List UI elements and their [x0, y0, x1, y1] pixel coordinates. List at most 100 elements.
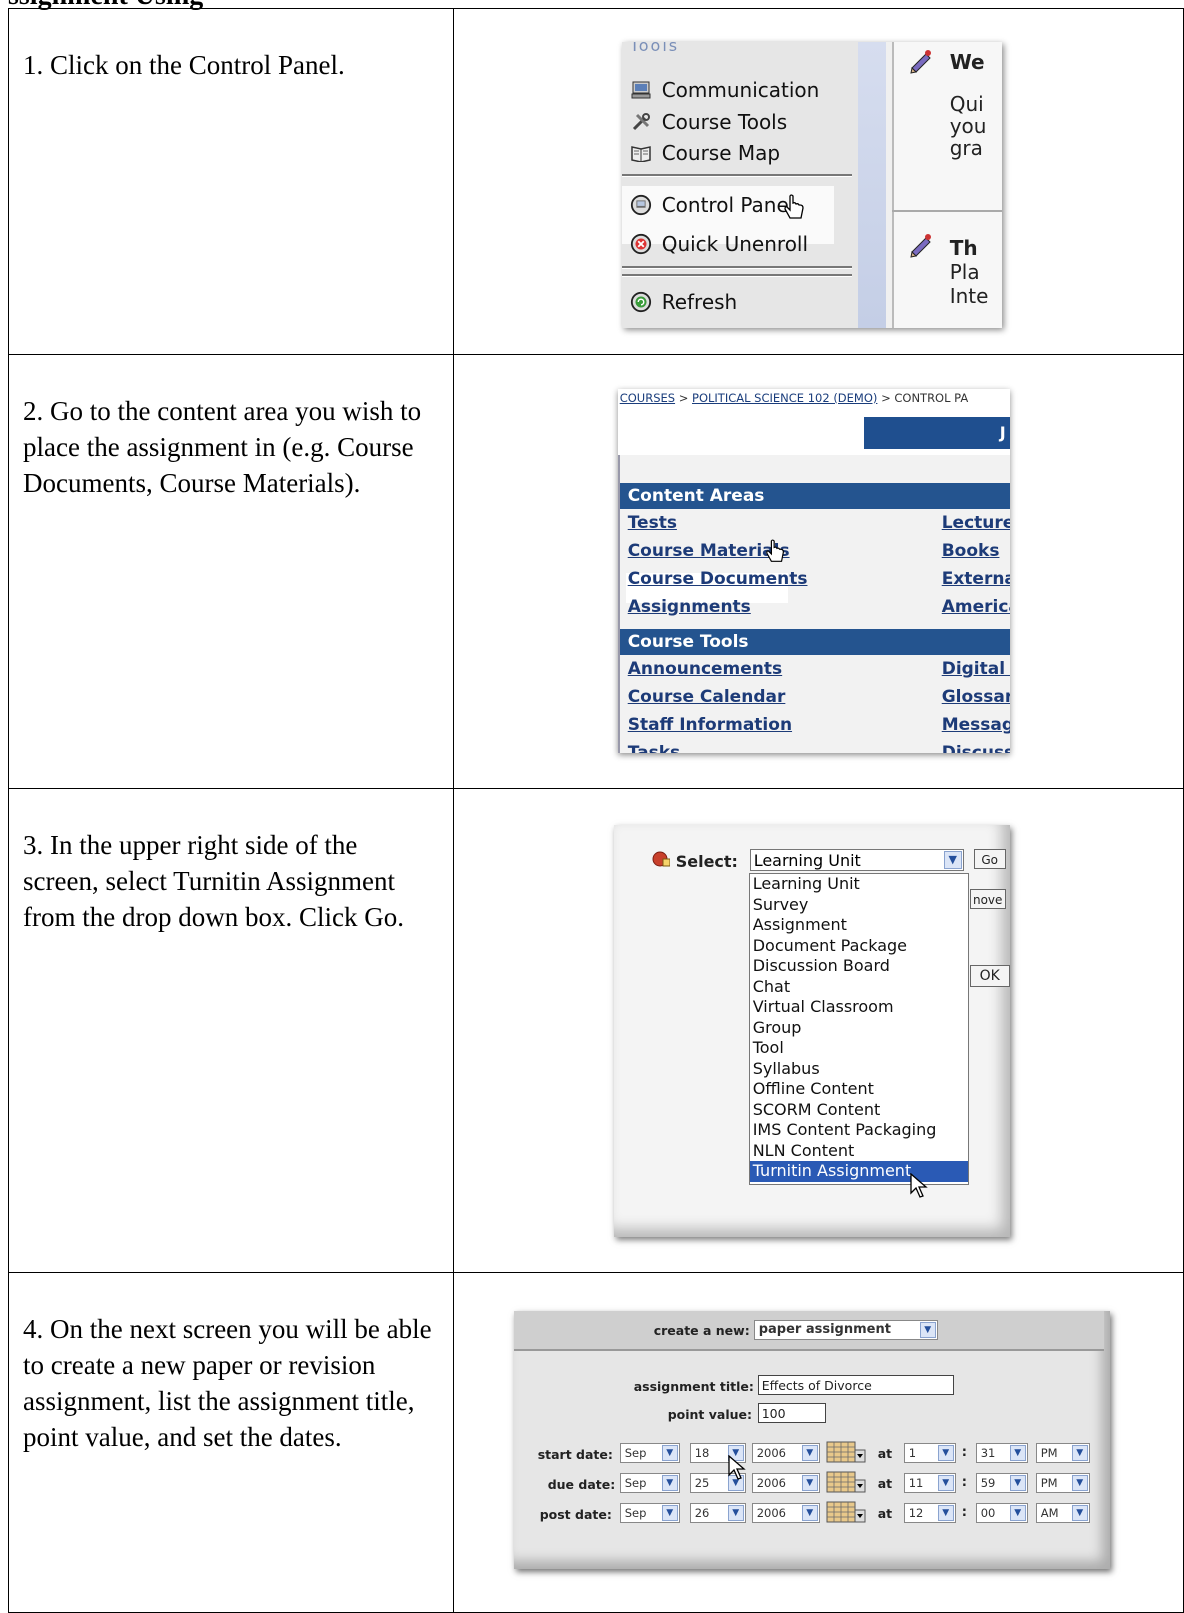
- link-course-calendar[interactable]: Course Calendar: [628, 687, 786, 707]
- link-external[interactable]: Externa: [942, 569, 1010, 589]
- pencil-icon: [910, 50, 931, 74]
- chevron-down-icon: ▼: [661, 1475, 678, 1491]
- link-assignments[interactable]: Assignments: [628, 597, 751, 617]
- chevron-down-icon: ▼: [937, 1505, 954, 1521]
- chevron-down-icon: ▼: [937, 1475, 954, 1491]
- chevron-down-icon: ▼: [1071, 1475, 1088, 1491]
- due-minute-select[interactable]: 59 ▼: [975, 1473, 1028, 1493]
- select-dropdown-screenshot: Select: Learning Unit ▼ Go nove OK Learn…: [613, 825, 1010, 1237]
- tools-menu-header: Tools: [629, 42, 680, 55]
- option-chat[interactable]: Chat: [750, 977, 968, 998]
- link-staff-information[interactable]: Staff Information: [628, 715, 792, 735]
- chevron-down-icon[interactable]: ▼: [943, 851, 962, 869]
- create-new-label: create a new:: [653, 1323, 750, 1338]
- step-3-text: 3. In the upper right side of the screen…: [23, 830, 404, 932]
- link-lectures[interactable]: Lecture: [942, 513, 1010, 533]
- start-minute-select[interactable]: 31 ▼: [975, 1443, 1028, 1463]
- link-books[interactable]: Books: [942, 541, 1000, 561]
- start-ampm-select[interactable]: PM ▼: [1035, 1443, 1090, 1463]
- menu-item-refresh[interactable]: Refresh: [630, 290, 737, 314]
- map-book-icon: [630, 142, 652, 164]
- breadcrumb-current: CONTROL PA: [894, 391, 969, 405]
- due-year-select[interactable]: 2006 ▼: [751, 1473, 820, 1493]
- link-american[interactable]: America: [942, 597, 1010, 617]
- go-button[interactable]: Go: [973, 849, 1006, 869]
- post-ampm-select[interactable]: AM ▼: [1035, 1503, 1090, 1523]
- calendar-icon[interactable]: [826, 1501, 866, 1523]
- post-minute-select[interactable]: 00 ▼: [975, 1503, 1028, 1523]
- control-panel-body: Content Areas Tests Course Materials Cou…: [617, 455, 1010, 753]
- chevron-down-icon: ▼: [1009, 1445, 1026, 1461]
- option-ims-content-packaging[interactable]: IMS Content Packaging: [750, 1120, 968, 1141]
- option-nln-content[interactable]: NLN Content: [750, 1141, 968, 1162]
- option-offline-content[interactable]: Offline Content: [750, 1079, 968, 1100]
- chevron-down-icon: ▼: [801, 1475, 818, 1491]
- menu-item-course-tools[interactable]: Course Tools: [630, 110, 787, 134]
- menu-item-communication[interactable]: Communication: [630, 78, 819, 102]
- hand-cursor-icon: [764, 539, 788, 574]
- option-assignment[interactable]: Assignment: [750, 915, 968, 936]
- remove-button[interactable]: nove: [969, 889, 1006, 909]
- content-type-options: Learning Unit Survey Assignment Document…: [748, 873, 969, 1185]
- option-turnitin-assignment[interactable]: Turnitin Assignment: [749, 1161, 968, 1182]
- control-panel-screenshot: COURSES > POLITICAL SCIENCE 102 (DEMO) >…: [617, 389, 1010, 753]
- breadcrumb-course-link[interactable]: POLITICAL SCIENCE 102 (DEMO): [692, 391, 877, 405]
- chevron-down-icon: ▼: [801, 1445, 818, 1461]
- start-hour-select[interactable]: 1 ▼: [903, 1443, 956, 1463]
- tools-menu: Tools Communication Course Tools Course …: [621, 42, 858, 328]
- content-areas-header: Content Areas: [619, 483, 1010, 509]
- point-value-label: point value:: [667, 1407, 752, 1422]
- create-new-select[interactable]: paper assignment ▼: [753, 1320, 938, 1340]
- menu-item-control-panel[interactable]: Control Panel: [630, 193, 794, 217]
- post-year-select[interactable]: 2006 ▼: [751, 1503, 820, 1523]
- tools-icon: [630, 111, 652, 133]
- assignment-title-input[interactable]: Effects of Divorce: [757, 1375, 954, 1395]
- option-survey[interactable]: Survey: [750, 895, 968, 916]
- content-type-select[interactable]: Learning Unit ▼: [749, 849, 964, 871]
- point-value-input[interactable]: 100: [757, 1403, 826, 1423]
- option-tool[interactable]: Tool: [750, 1038, 968, 1059]
- due-date-label: due date:: [547, 1477, 616, 1492]
- link-digital[interactable]: Digital I: [942, 659, 1010, 679]
- ok-button[interactable]: OK: [969, 965, 1010, 987]
- chevron-down-icon: ▼: [661, 1505, 678, 1521]
- post-date-label: post date:: [539, 1507, 612, 1522]
- link-discussion[interactable]: Discussi: [942, 743, 1010, 753]
- hand-cursor-icon: [782, 194, 808, 231]
- option-discussion-board[interactable]: Discussion Board: [750, 956, 968, 977]
- select-label: Select:: [675, 851, 738, 871]
- steps-table: 1. Click on the Control Panel. Tools Com…: [8, 8, 1184, 1613]
- breadcrumb-courses-link[interactable]: COURSES: [620, 391, 675, 405]
- step-2-text: 2. Go to the content area you wish to pl…: [23, 396, 422, 498]
- step-1-text: 1. Click on the Control Panel.: [23, 50, 345, 80]
- calendar-icon[interactable]: [826, 1441, 866, 1463]
- link-tasks[interactable]: Tasks: [628, 743, 680, 753]
- post-month-select[interactable]: Sep ▼: [619, 1503, 680, 1523]
- step-4-text: 4. On the next screen you will be able t…: [23, 1314, 432, 1452]
- post-day-select[interactable]: 26 ▼: [689, 1503, 746, 1523]
- pencil-icon: [910, 234, 931, 258]
- link-glossary[interactable]: Glossar: [942, 687, 1010, 707]
- menu-item-course-map[interactable]: Course Map: [630, 141, 780, 165]
- option-virtual-classroom[interactable]: Virtual Classroom: [750, 997, 968, 1018]
- step-row-3: 3. In the upper right side of the screen…: [8, 788, 1184, 1273]
- due-ampm-select[interactable]: PM ▼: [1035, 1473, 1090, 1493]
- link-announcements[interactable]: Announcements: [628, 659, 782, 679]
- link-messages[interactable]: Messag: [942, 715, 1010, 735]
- option-syllabus[interactable]: Syllabus: [750, 1059, 968, 1080]
- option-document-package[interactable]: Document Package: [750, 936, 968, 957]
- option-scorm-content[interactable]: SCORM Content: [750, 1100, 968, 1121]
- due-month-select[interactable]: Sep ▼: [619, 1473, 680, 1493]
- start-month-select[interactable]: Sep ▼: [619, 1443, 680, 1463]
- post-hour-select[interactable]: 12 ▼: [903, 1503, 956, 1523]
- option-group[interactable]: Group: [750, 1018, 968, 1039]
- start-year-select[interactable]: 2006 ▼: [751, 1443, 820, 1463]
- course-tools-header: Course Tools: [619, 629, 1010, 655]
- link-tests[interactable]: Tests: [628, 513, 677, 533]
- step-row-4: 4. On the next screen you will be able t…: [8, 1272, 1184, 1613]
- due-hour-select[interactable]: 11 ▼: [903, 1473, 956, 1493]
- option-learning-unit[interactable]: Learning Unit: [750, 874, 968, 895]
- arrow-cursor-icon: [728, 1454, 746, 1485]
- calendar-icon[interactable]: [826, 1471, 866, 1493]
- menu-item-quick-unenroll[interactable]: Quick Unenroll: [630, 232, 808, 256]
